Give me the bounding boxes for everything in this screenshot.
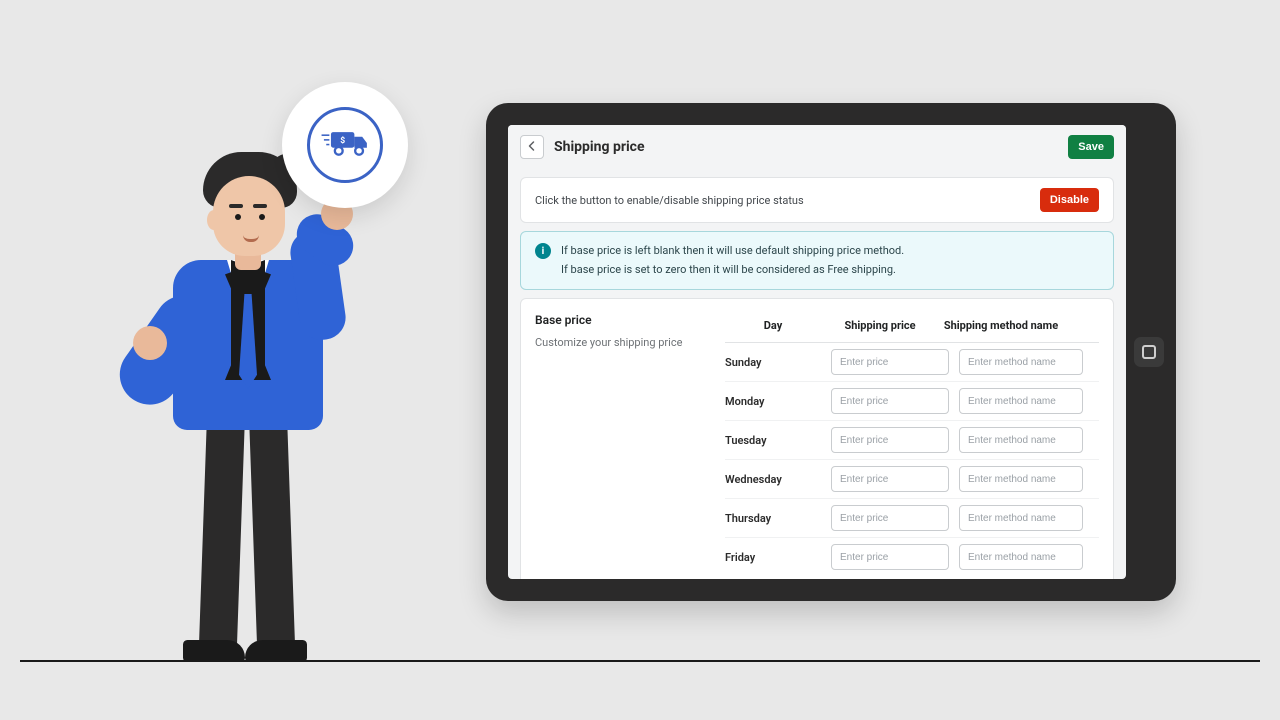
method-input[interactable] <box>959 544 1083 570</box>
table-row: Sunday <box>725 343 1099 382</box>
day-label: Wednesday <box>725 473 821 486</box>
header-method: Shipping method name <box>939 319 1063 332</box>
table-row: Wednesday <box>725 460 1099 499</box>
info-line-1: If base price is left blank then it will… <box>561 242 1099 261</box>
page-title: Shipping price <box>554 139 1068 155</box>
tablet-home-button[interactable] <box>1134 337 1164 367</box>
day-label: Monday <box>725 395 821 408</box>
method-input[interactable] <box>959 505 1083 531</box>
price-input[interactable] <box>831 505 949 531</box>
table-row: Friday <box>725 538 1099 576</box>
topbar: Shipping price Save <box>508 125 1126 169</box>
price-input[interactable] <box>831 388 949 414</box>
svg-text:$: $ <box>340 135 345 146</box>
base-price-panel: Base price Customize your shipping price… <box>520 298 1114 579</box>
method-input[interactable] <box>959 466 1083 492</box>
table-header: Day Shipping price Shipping method name <box>725 313 1099 343</box>
shipping-truck-icon: $ <box>320 125 370 165</box>
day-label: Tuesday <box>725 434 821 447</box>
status-message: Click the button to enable/disable shipp… <box>535 194 1040 207</box>
info-icon: i <box>535 243 551 259</box>
section-subtext: Customize your shipping price <box>535 335 715 350</box>
tablet-frame: Shipping price Save Click the button to … <box>486 103 1176 601</box>
header-day: Day <box>725 319 821 332</box>
table-row: Tuesday <box>725 421 1099 460</box>
back-button[interactable] <box>520 135 544 159</box>
day-label: Sunday <box>725 356 821 369</box>
app-screen: Shipping price Save Click the button to … <box>508 125 1126 579</box>
day-label: Friday <box>725 551 821 564</box>
arrow-left-icon <box>526 140 538 155</box>
header-price: Shipping price <box>821 319 939 332</box>
day-label: Thursday <box>725 512 821 525</box>
price-input[interactable] <box>831 466 949 492</box>
table-row: Thursday <box>725 499 1099 538</box>
method-input[interactable] <box>959 349 1083 375</box>
price-input[interactable] <box>831 544 949 570</box>
section-heading: Base price <box>535 313 715 327</box>
method-input[interactable] <box>959 388 1083 414</box>
method-input[interactable] <box>959 427 1083 453</box>
save-button[interactable]: Save <box>1068 135 1114 159</box>
price-input[interactable] <box>831 349 949 375</box>
price-input[interactable] <box>831 427 949 453</box>
info-banner: i If base price is left blank then it wi… <box>520 231 1114 290</box>
app-badge: $ <box>282 82 408 208</box>
table-row: Monday <box>725 382 1099 421</box>
disable-button[interactable]: Disable <box>1040 188 1099 212</box>
status-card: Click the button to enable/disable shipp… <box>520 177 1114 223</box>
info-line-2: If base price is set to zero then it wil… <box>561 261 1099 280</box>
